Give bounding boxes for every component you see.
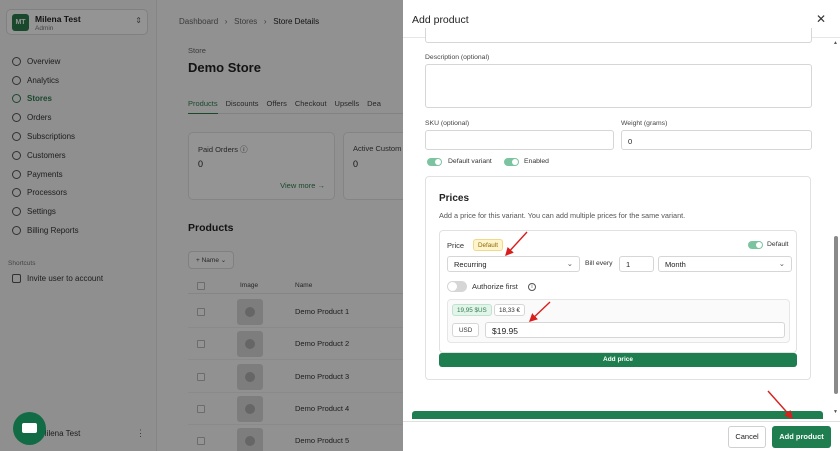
prices-subtitle: Add a price for this variant. You can ad… [439, 211, 686, 220]
chat-widget-button[interactable] [13, 412, 46, 445]
price-default-label: Default [767, 241, 789, 248]
drawer-title: Add product [412, 14, 469, 26]
interval-select[interactable]: Month ⌄ [658, 256, 792, 272]
prices-title: Prices [439, 193, 470, 204]
add-product-button[interactable]: Add product [772, 426, 831, 448]
scrollbar-thumb[interactable] [834, 236, 838, 394]
sku-label: SKU (optional) [425, 120, 470, 127]
currency-select[interactable]: USD [452, 323, 480, 337]
currency-conversion-panel: 19,95 $US 18,33 € USD $19.95 [447, 299, 790, 343]
price-type-select[interactable]: Recurring ⌄ [447, 256, 580, 272]
enabled-toggle[interactable] [504, 158, 519, 166]
authorize-first-toggle[interactable] [447, 281, 467, 292]
chat-icon [22, 423, 37, 433]
description-textarea[interactable] [425, 64, 812, 108]
enabled-label: Enabled [524, 158, 549, 165]
converted-price-eur-chip: 18,33 € [494, 304, 526, 316]
close-icon[interactable]: ✕ [816, 12, 826, 26]
price-default-toggle[interactable] [748, 241, 763, 249]
price-amount-value: $19.95 [492, 326, 518, 336]
price-type-value: Recurring [454, 260, 487, 269]
description-label: Description (optional) [425, 54, 490, 61]
default-badge: Default [473, 239, 503, 251]
default-variant-label: Default variant [448, 158, 492, 165]
bill-every-input[interactable]: 1 [619, 256, 654, 272]
scroll-down-arrow-icon[interactable]: ▼ [833, 409, 838, 415]
weight-value: 0 [628, 137, 633, 146]
price-entry: Price Default Default Recurring ⌄ Bill e… [439, 230, 797, 353]
add-variant-button-partial[interactable] [412, 411, 823, 419]
chevron-down-icon: ⌄ [566, 259, 573, 268]
variant-fields-row[interactable] [425, 28, 812, 43]
sku-input[interactable] [425, 130, 614, 150]
prices-section: Prices Add a price for this variant. You… [425, 176, 811, 380]
add-price-button[interactable]: Add price [439, 353, 797, 367]
default-variant-toggle[interactable] [427, 158, 442, 166]
modal-backdrop[interactable] [0, 0, 403, 451]
bill-every-value: 1 [626, 260, 631, 269]
interval-value: Month [665, 260, 686, 269]
weight-input[interactable]: 0 [621, 130, 812, 150]
converted-price-usd-chip: 19,95 $US [452, 304, 492, 316]
drawer-scrollbar[interactable]: ▲ ▼ [833, 40, 839, 416]
cancel-button[interactable]: Cancel [728, 426, 766, 448]
price-label: Price [447, 241, 465, 250]
bill-every-label: Bill every [585, 260, 613, 267]
info-icon[interactable]: i [528, 283, 536, 291]
weight-label: Weight (grams) [621, 120, 668, 127]
scroll-up-arrow-icon[interactable]: ▲ [833, 40, 838, 46]
drawer-footer: Cancel Add product [403, 421, 840, 451]
price-amount-input[interactable]: $19.95 [485, 322, 785, 338]
add-product-drawer: Add product ✕ Description (optional) SKU… [403, 0, 840, 451]
chevron-down-icon: ⌄ [778, 259, 785, 268]
authorize-first-label: Authorize first [472, 282, 518, 291]
